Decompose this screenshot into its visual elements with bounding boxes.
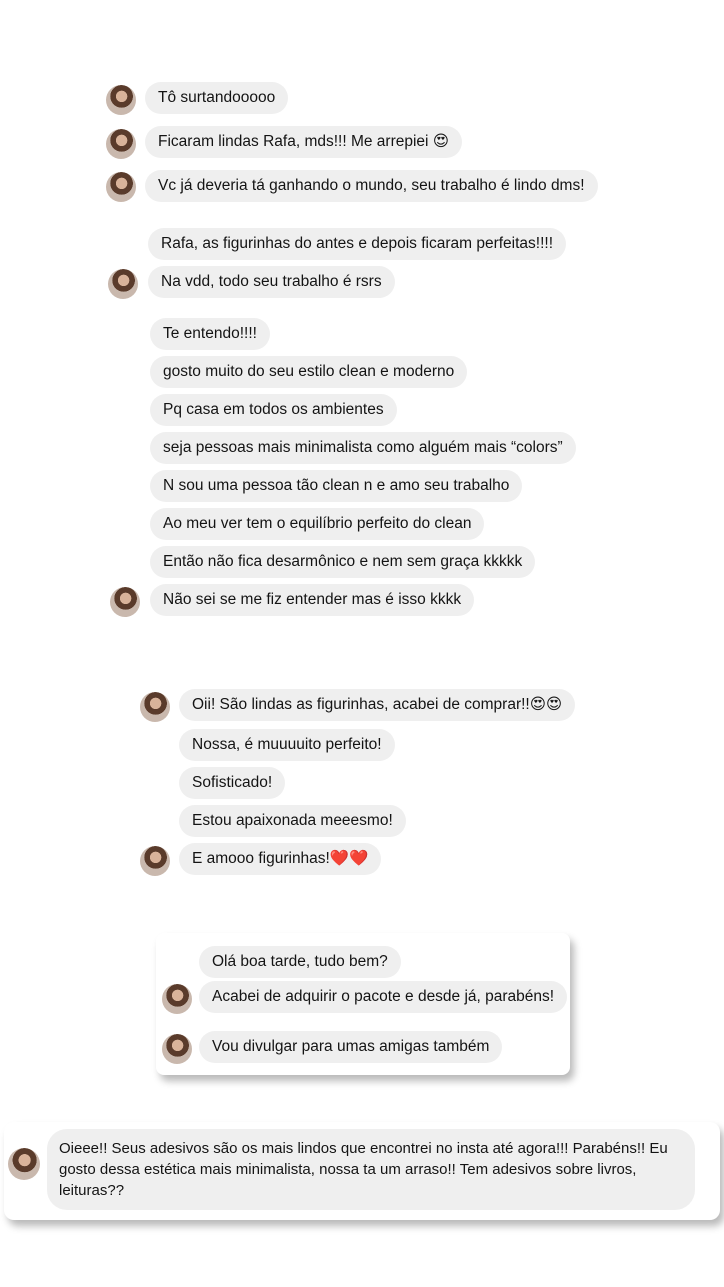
message-bubble: Te entendo!!!! [150, 318, 270, 350]
avatar [162, 1034, 192, 1064]
message-bubble: E amooo figurinhas!❤️❤️ [179, 843, 382, 875]
message-bubble: Não sei se me fiz entender mas é isso kk… [150, 584, 475, 616]
avatar [8, 1148, 40, 1180]
message-bubble: Oii! São lindas as figurinhas, acabei de… [179, 689, 576, 721]
avatar [140, 692, 170, 722]
avatar [106, 85, 136, 115]
message-bubble: Então não fica desarmônico e nem sem gra… [150, 546, 536, 578]
message-bubble: Oieee!! Seus adesivos são os mais lindos… [47, 1129, 695, 1210]
message-bubble: Pq casa em todos os ambientes [150, 394, 397, 426]
message-bubble: Ficaram lindas Rafa, mds!!! Me arrepiei … [145, 126, 462, 158]
message-bubble: Estou apaixonada meeesmo! [179, 805, 406, 837]
message-bubble: Nossa, é muuuuito perfeito! [179, 729, 395, 761]
message-bubble: gosto muito do seu estilo clean e modern… [150, 356, 468, 388]
message-bubble: Olá boa tarde, tudo bem? [199, 946, 401, 978]
avatar [140, 846, 170, 876]
message-bubble: Vou divulgar para umas amigas também [199, 1031, 503, 1063]
message-bubble: Na vdd, todo seu trabalho é rsrs [148, 266, 395, 298]
avatar [110, 587, 140, 617]
message-bubble: Ao meu ver tem o equilíbrio perfeito do … [150, 508, 485, 540]
message-bubble: Sofisticado! [179, 767, 286, 799]
message-bubble: Acabei de adquirir o pacote e desde já, … [199, 981, 568, 1013]
message-bubble: Rafa, as figurinhas do antes e depois fi… [148, 228, 567, 260]
avatar [162, 984, 192, 1014]
avatar [108, 269, 138, 299]
message-bubble: Vc já deveria tá ganhando o mundo, seu t… [145, 170, 598, 202]
message-bubble: Tô surtandooooo [145, 82, 289, 114]
avatar [106, 129, 136, 159]
avatar [106, 172, 136, 202]
message-bubble: seja pessoas mais minimalista como algué… [150, 432, 576, 464]
message-bubble: N sou uma pessoa tão clean n e amo seu t… [150, 470, 523, 502]
